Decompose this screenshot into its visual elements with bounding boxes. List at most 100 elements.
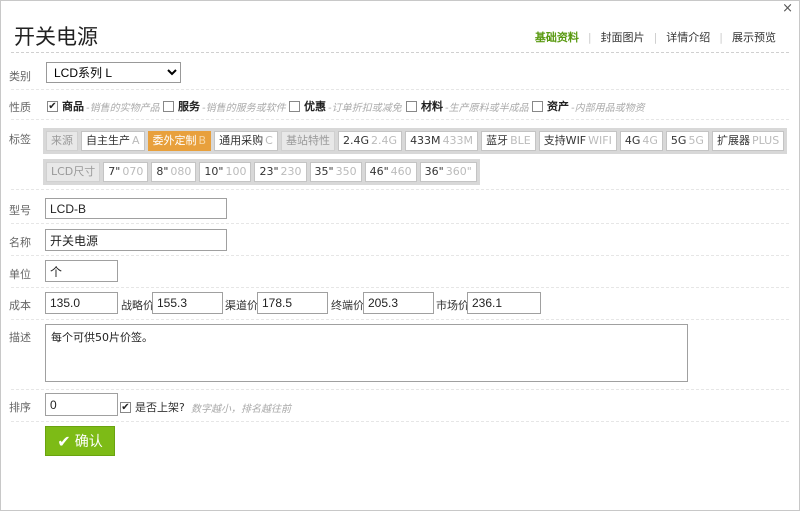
tag-code: C	[265, 134, 273, 147]
check-icon: ✔	[47, 100, 58, 112]
nature-asset-desc: -内部用品或物资	[571, 102, 645, 114]
tag-cn: 7"	[108, 165, 121, 178]
model-label: 型号	[9, 204, 31, 217]
tag-cn: 扩展器	[716, 134, 750, 147]
tag-code: BLE	[510, 134, 531, 147]
unit-label: 单位	[9, 268, 31, 281]
nature-service-checkbox[interactable]: 服务 -销售的服务或软件	[163, 98, 286, 114]
name-input[interactable]	[45, 229, 227, 251]
tag-code: 350	[335, 165, 357, 178]
source-tag-outsourced[interactable]: 委外定制 B	[147, 131, 212, 151]
station-tag-head: 基站特性	[281, 131, 335, 151]
station-tag-group: 基站特性 2.4G 2.4G 433M 433M 蓝牙 BLE 支持WIF WIFI 4…	[278, 128, 788, 154]
cost-input[interactable]	[45, 292, 118, 314]
tag-cn: 4G	[624, 134, 641, 147]
tag-code: 4G	[642, 134, 658, 147]
cost-label: 成本	[9, 299, 31, 312]
checkbox-icon	[289, 100, 300, 112]
nature-material-checkbox[interactable]: 材料 -生产原料或半成品	[406, 98, 529, 114]
market-price-input[interactable]	[467, 292, 541, 314]
nature-material-desc: -生产原料或半成品	[445, 102, 529, 114]
on-shelf-label: 是否上架?	[135, 401, 185, 414]
tab-details[interactable]: 详情介绍	[657, 29, 719, 45]
category-label: 类别	[9, 70, 31, 83]
tag-cn: 433M	[410, 134, 441, 147]
tag-code: 460	[390, 165, 412, 178]
lcd-tag-8[interactable]: 8" 080	[151, 162, 197, 182]
station-tag-24g[interactable]: 2.4G 2.4G	[338, 131, 403, 151]
lcd-tag-7[interactable]: 7" 070	[103, 162, 149, 182]
tag-code: B	[198, 134, 207, 147]
close-icon[interactable]: ×	[782, 2, 793, 15]
order-label: 排序	[9, 401, 31, 414]
name-label: 名称	[9, 236, 31, 249]
tab-preview[interactable]: 展示预览	[723, 29, 785, 45]
tag-cn: 10"	[204, 165, 224, 178]
nature-asset-checkbox[interactable]: 资产 -内部用品或物资	[532, 98, 645, 114]
tag-code: 230	[280, 165, 302, 178]
market-price-label: 市场价	[436, 299, 469, 312]
source-tag-purchase[interactable]: 通用采购 C	[214, 131, 278, 151]
terminal-price-input[interactable]	[363, 292, 434, 314]
tag-cn: 委外定制	[152, 134, 197, 147]
source-tag-head: 来源	[46, 131, 78, 151]
tag-cn: 2.4G	[343, 134, 370, 147]
nature-discount-desc: -订单折扣或减免	[328, 102, 402, 114]
lcd-tag-head: LCD尺寸	[46, 162, 101, 182]
tag-cn: 支持WIF	[543, 134, 587, 147]
on-shelf-checkbox[interactable]: ✔ 是否上架?	[120, 399, 185, 415]
unit-input[interactable]	[45, 260, 118, 282]
lcd-tag-10[interactable]: 10" 100	[199, 162, 252, 182]
station-tag-5g[interactable]: 5G 5G	[665, 131, 709, 151]
channel-price-label: 渠道价	[225, 299, 258, 312]
station-tag-plus[interactable]: 扩展器 PLUS	[711, 131, 785, 151]
station-tag-433m[interactable]: 433M 433M	[405, 131, 479, 151]
tag-cn: 自主生产	[86, 134, 130, 147]
category-select[interactable]: LCD系列 L	[46, 62, 181, 83]
nature-goods-checkbox[interactable]: ✔ 商品 -销售的实物产品	[47, 98, 160, 114]
tag-code: 080	[170, 165, 192, 178]
description-label: 描述	[9, 331, 31, 344]
tag-code: WIFI	[588, 134, 612, 147]
channel-price-input[interactable]	[257, 292, 328, 314]
checkbox-icon	[163, 100, 174, 112]
source-tag-self[interactable]: 自主生产 A	[81, 131, 145, 151]
lcd-tag-35[interactable]: 35" 350	[309, 162, 362, 182]
lcd-tag-46[interactable]: 46" 460	[364, 162, 417, 182]
terminal-price-label: 终端价	[331, 299, 364, 312]
header-divider	[11, 52, 789, 53]
lcd-tag-23[interactable]: 23" 230	[254, 162, 307, 182]
nature-service-name: 服务	[178, 100, 200, 113]
station-tag-ble[interactable]: 蓝牙 BLE	[481, 131, 536, 151]
confirm-button[interactable]: ✔ 确认	[45, 426, 115, 456]
checkbox-icon	[532, 100, 543, 112]
unit-row	[11, 257, 789, 288]
tag-code: 433M	[442, 134, 474, 147]
tag-code: 5G	[688, 134, 704, 147]
model-input[interactable]	[45, 198, 227, 219]
nature-material-name: 材料	[421, 100, 443, 113]
tag-code: 2.4G	[371, 134, 398, 147]
tag-cn: 23"	[259, 165, 279, 178]
tag-code: 070	[122, 165, 144, 178]
tab-cover-image[interactable]: 封面图片	[592, 29, 654, 45]
tab-basic-info[interactable]: 基础资料	[526, 29, 588, 45]
description-textarea[interactable]: 每个可供50片价签。	[45, 324, 688, 382]
lcd-tag-36[interactable]: 36" 360"	[419, 162, 477, 182]
nature-goods-name: 商品	[62, 100, 84, 113]
station-tag-wifi[interactable]: 支持WIF WIFI	[538, 131, 617, 151]
strategic-price-input[interactable]	[152, 292, 223, 314]
nature-discount-checkbox[interactable]: 优惠 -订单折扣或减免	[289, 98, 402, 114]
order-input[interactable]	[45, 393, 118, 416]
station-tag-4g[interactable]: 4G 4G	[619, 131, 663, 151]
lcd-tag-group: LCD尺寸 7" 070 8" 080 10" 100 23" 230 35" 350 4…	[43, 159, 480, 185]
nature-discount-name: 优惠	[304, 100, 326, 113]
strategic-price-label: 战略价	[121, 299, 154, 312]
tag-code: A	[132, 134, 140, 147]
nature-asset-name: 资产	[547, 100, 569, 113]
tag-cn: 36"	[424, 165, 444, 178]
tag-code: 100	[225, 165, 247, 178]
tag-cn: 通用采购	[219, 134, 264, 147]
confirm-label: 确认	[74, 434, 103, 450]
checkbox-icon	[406, 100, 417, 112]
